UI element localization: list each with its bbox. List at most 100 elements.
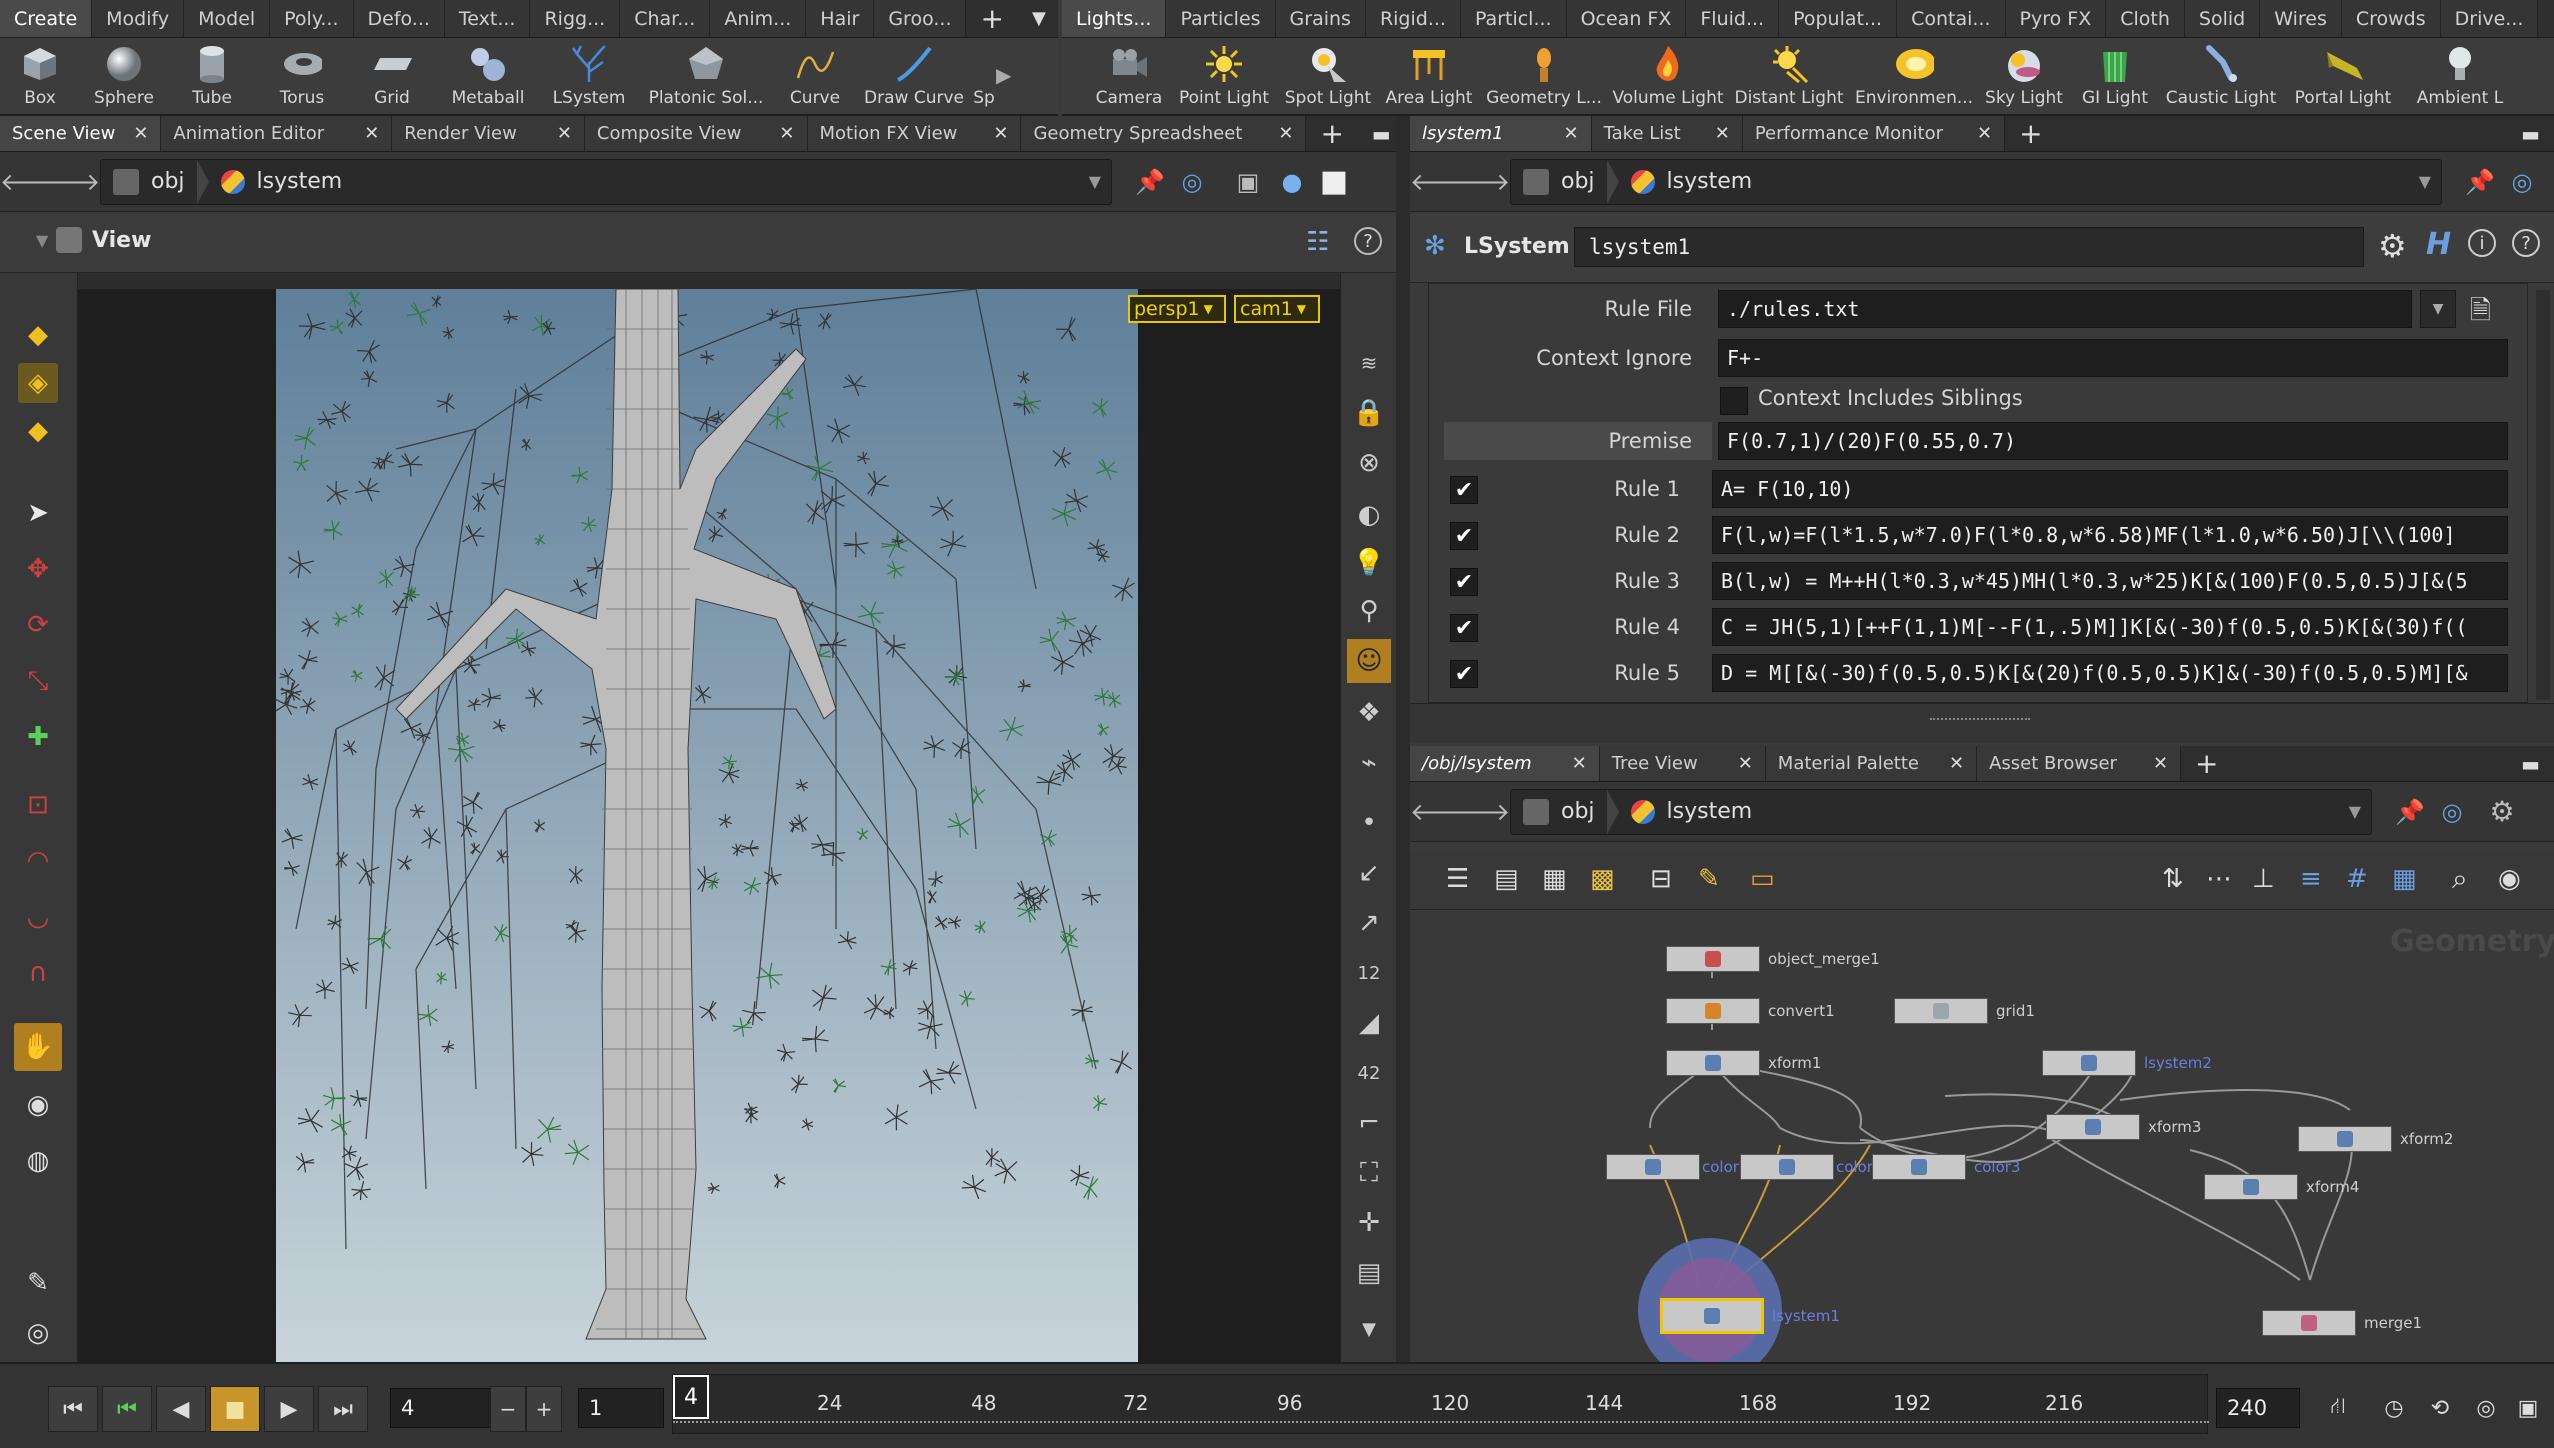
link-target-icon[interactable]: ◎ [2434,794,2470,830]
geometry-mode-icon[interactable]: ◆ [18,411,58,451]
render-region-icon[interactable]: ◉ [18,1085,58,1125]
flipbook-icon[interactable]: ◍ [18,1141,58,1181]
rotate-tool-icon[interactable]: ⟳ [18,605,58,645]
environment-light-tool[interactable]: Environmen... [1850,44,1978,114]
shelf-tab-container[interactable]: Contai... [1897,0,2006,37]
network-box-icon[interactable]: ▦ [1542,864,1567,894]
rule-1-input[interactable]: A= F(10,10) [1712,470,2508,508]
normal-display-icon[interactable]: ↙ [1349,853,1389,893]
play-forward-icon[interactable]: ▶ [264,1386,314,1432]
frame-step-input[interactable]: 1 [578,1388,664,1428]
shelf-tab-cloth[interactable]: Cloth [2106,0,2185,37]
shelf-tab-rigid[interactable]: Rigid... [1365,0,1461,37]
uv-display-icon[interactable]: ⌐ [1349,1103,1389,1143]
layout-icon[interactable]: ⊟ [1650,864,1672,894]
node-lsystem2[interactable]: lsystem2 [2042,1050,2212,1076]
tab-performance-monitor[interactable]: Performance Monitor ✕ [1742,116,2006,151]
node-body[interactable] [1666,1050,1760,1076]
point-display-icon[interactable]: • [1349,803,1389,843]
tube-tool[interactable]: Tube [168,44,256,114]
rule-4-input[interactable]: C = JH(5,1)[++F(1,1)M[--F(1,.5)M]]K[&(-3… [1712,608,2508,646]
tab-motion-fx-view[interactable]: Motion FX View ✕ [807,116,1022,151]
viewport-layout-icon[interactable]: ■ [1316,164,1352,200]
shelf-tab-poly[interactable]: Poly... [270,0,354,37]
handle-tool-icon[interactable]: ✚ [18,717,58,757]
align-vertical-icon[interactable]: ⇅ [2162,864,2184,894]
tab-scene-view[interactable]: Scene View ✕ [0,116,162,151]
point-light-tool[interactable]: Point Light [1170,44,1278,114]
add-pane-tab-button[interactable]: + [2181,746,2232,781]
path-node-crumb[interactable]: lsystem [1619,799,1765,824]
camera-lock-icon[interactable]: ⊗ [1349,443,1389,483]
timeline-settings-icon[interactable]: ▣ [2508,1386,2548,1430]
visualizer-icon[interactable]: ☺ [1347,639,1391,683]
node-object-merge1[interactable]: object_merge1 [1666,946,1880,972]
grid-snap-icon[interactable]: # [2346,864,2368,894]
area-light-tool[interactable]: Area Light [1378,44,1480,114]
sticky-note-icon[interactable]: ▤ [1494,864,1519,894]
add-shelf-tab-button[interactable]: + [966,0,1017,37]
shelf-tab-particles[interactable]: Particles [1166,0,1276,37]
lasso-tool-icon[interactable]: ◠ [18,841,58,881]
align-icon[interactable]: ⊥ [2252,864,2275,894]
sky-light-tool[interactable]: Sky Light [1978,44,2070,114]
jump-to-end-icon[interactable]: ⏭ [318,1386,368,1432]
node-xform1[interactable]: xform1 [1666,1050,1821,1076]
loop-icon[interactable]: ⟲ [2420,1386,2460,1430]
node-body[interactable] [2298,1126,2392,1152]
node-merge1[interactable]: merge1 [2262,1310,2422,1336]
flow-icon[interactable]: ≡ [2300,864,2322,894]
node-body[interactable] [1606,1154,1700,1180]
shelf-tab-deform[interactable]: Defo... [353,0,445,37]
shelf-tab-hair[interactable]: Hair [806,0,875,37]
close-icon[interactable]: ✕ [1278,123,1293,144]
cam-menu[interactable]: cam1 ▼ [1234,295,1320,323]
volume-light-tool[interactable]: Volume Light [1608,44,1728,114]
shelf-tab-particle-fluids[interactable]: Particl... [1460,0,1567,37]
close-icon[interactable]: ✕ [557,123,572,144]
pose-tool-icon[interactable]: ⊡ [18,785,58,825]
viewport[interactable]: persp1 ▼ cam1 ▼ [78,289,1340,1362]
spot-light-tool[interactable]: Spot Light [1278,44,1378,114]
magnet-icon[interactable]: ∩ [18,953,58,993]
gear-icon[interactable]: ⚙ [2484,794,2520,830]
tab-render-view[interactable]: Render View ✕ [392,116,585,151]
snap-tool-icon[interactable]: ◡ [18,897,58,937]
file-chooser-icon[interactable]: 🗎 [2470,292,2504,326]
view-menu-icon[interactable]: ▼ [36,231,48,250]
bbox-icon[interactable]: ⛶ [1349,1153,1389,1193]
camera-tool[interactable]: Camera [1088,44,1170,114]
object-mode-icon[interactable]: ◈ [18,363,58,403]
add-pane-tab-button[interactable]: + [2005,116,2056,151]
node-body[interactable] [1666,946,1760,972]
audio-icon[interactable]: ◎ [2466,1386,2506,1430]
shelf-tab-model[interactable]: Model [184,0,271,37]
rule-3-input[interactable]: B(l,w) = M++H(l*0.3,w*45)MH(l*0.3,w*25)K… [1712,562,2508,600]
origin-icon[interactable]: ✛ [1349,1203,1389,1243]
move-tool-icon[interactable]: ✥ [18,549,58,589]
shelf-tab-populate[interactable]: Populat... [1779,0,1898,37]
close-icon[interactable]: ✕ [133,123,148,144]
network-editor[interactable]: Geometry object_merge1 convert1 grid1 xf… [1410,910,2554,1362]
path-root-crumb[interactable]: obj [1511,168,1607,195]
notes-icon[interactable]: ✎ [1698,864,1720,894]
node-body[interactable] [1872,1154,1966,1180]
node-body[interactable] [2204,1174,2298,1200]
pin-icon[interactable]: 📌 [2392,794,2428,830]
tab-animation-editor[interactable]: Animation Editor ✕ [161,116,393,151]
maximize-pane-icon[interactable]: ▬ [2507,746,2554,781]
node-body[interactable] [1894,998,1988,1024]
node-grid1[interactable]: grid1 [1894,998,2035,1024]
color-palette-icon[interactable]: ▩ [1590,864,1615,894]
node-body[interactable] [1740,1154,1834,1180]
node-xform3[interactable]: xform3 [2046,1114,2201,1140]
select-mode-icon[interactable]: ◆ [18,315,58,355]
close-icon[interactable]: ✕ [1949,753,1964,774]
display-options-icon[interactable]: ▣ [1230,164,1266,200]
shading-dot-icon[interactable]: ● [1274,164,1310,200]
info-icon[interactable]: i [2468,229,2496,257]
viewport-canvas[interactable] [276,289,1138,1362]
headlight-icon[interactable]: 💡 [1349,543,1389,583]
shelf-tab-grooming[interactable]: Groo... [874,0,967,37]
ambient-light-tool[interactable]: Ambient L [2404,44,2516,114]
